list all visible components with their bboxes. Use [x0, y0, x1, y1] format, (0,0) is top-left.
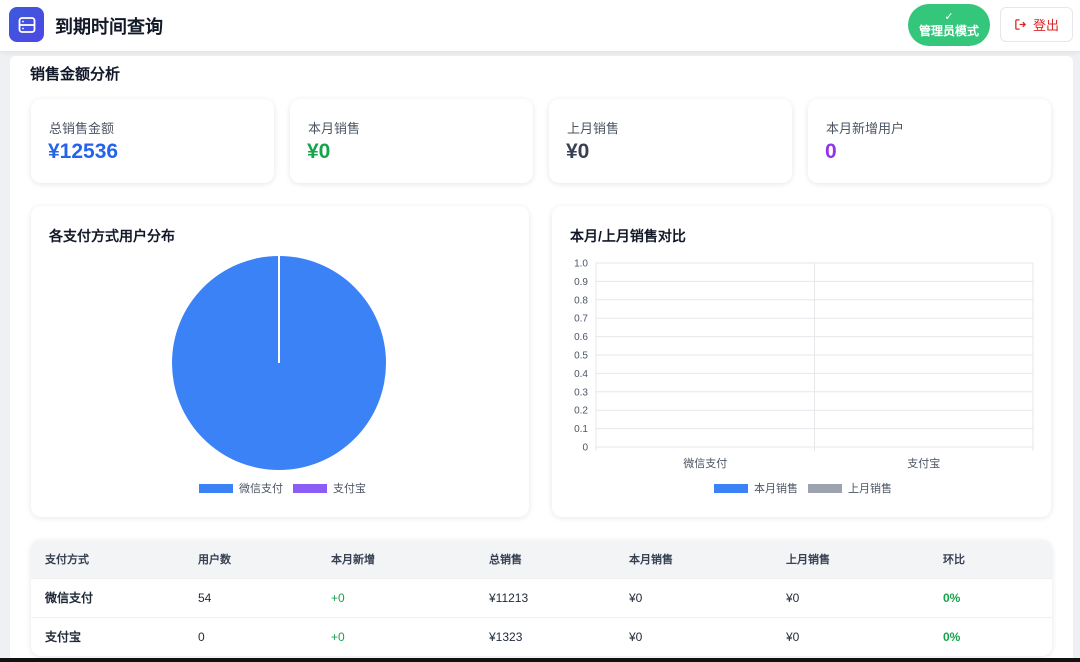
table-cell: +0	[331, 629, 345, 644]
legend-swatch	[714, 483, 748, 493]
stat-value: 0	[825, 140, 837, 163]
section-title: 销售金额分析	[30, 66, 121, 83]
legend-label: 微信支付	[239, 483, 283, 495]
table-cell: ¥1323	[489, 629, 523, 644]
payment-table-card: 支付方式 用户数 本月新增 总销售 本月销售 上月销售 环比 微信支付 54 +…	[31, 540, 1052, 656]
pie-chart	[172, 256, 386, 470]
bar-chart: 1.0 0.9 0.8 0.7 0.6 0.5 0.4 0.3 0.2 0.1 0 微信支付 支付宝	[574, 259, 1034, 470]
app-title: 到期时间查询	[55, 17, 163, 37]
y-tick-label: 0.8	[574, 295, 588, 306]
y-tick-label: 0.2	[574, 406, 588, 417]
check-icon: ✓	[944, 11, 954, 23]
pie-legend: 微信支付 支付宝	[199, 480, 366, 496]
legend-item[interactable]: 本月销售	[714, 480, 798, 496]
table-header-row: 支付方式 用户数 本月新增 总销售 本月销售 上月销售 环比	[31, 540, 1052, 578]
stat-value: ¥0	[307, 140, 331, 163]
payment-distribution-card: 各支付方式用户分布 微信支付 支付宝	[31, 206, 529, 517]
table-cell: 54	[198, 590, 212, 605]
logout-button[interactable]: 登出	[1000, 7, 1073, 42]
top-bar: 到期时间查询 ✓ 管理员模式 登出	[0, 0, 1080, 52]
column-header: 环比	[943, 553, 965, 566]
admin-mode-badge[interactable]: ✓ 管理员模式	[908, 4, 990, 46]
legend-item[interactable]: 上月销售	[808, 480, 892, 496]
x-tick-label: 支付宝	[907, 456, 940, 470]
table-row: 支付宝 0 +0 ¥1323 ¥0 ¥0 0%	[31, 617, 1052, 656]
stat-value: ¥12536	[48, 140, 119, 163]
stat-label: 本月新增用户	[826, 121, 905, 136]
stat-value: ¥0	[566, 140, 590, 163]
table-cell: 0	[198, 629, 205, 644]
stat-label: 本月销售	[308, 121, 361, 136]
y-tick-label: 0.7	[574, 314, 588, 325]
y-tick-label: 0.1	[574, 424, 588, 435]
admin-mode-label: 管理员模式	[918, 24, 979, 38]
bottom-edge	[0, 658, 1080, 662]
stat-card-last-month: 上月销售 ¥0	[549, 99, 792, 183]
sales-comparison-card: 本月/上月销售对比 1.0 0.9 0.8 0.7 0.6 0.5 0.4 0.3 0.2 0.1…	[552, 206, 1051, 517]
y-tick-label: 1.0	[574, 259, 588, 270]
table-cell: 微信支付	[45, 591, 94, 605]
table-cell: ¥0	[786, 590, 800, 605]
column-header: 支付方式	[45, 553, 89, 566]
column-header: 本月新增	[331, 553, 375, 566]
table-row: 微信支付 54 +0 ¥11213 ¥0 ¥0 0%	[31, 578, 1052, 617]
table-cell: ¥11213	[489, 590, 529, 605]
y-tick-label: 0.5	[574, 351, 588, 362]
stat-card-total-sales: 总销售金额 ¥12536	[31, 99, 274, 183]
column-header: 用户数	[198, 553, 231, 566]
table-cell: ¥0	[629, 590, 643, 605]
legend-swatch	[199, 483, 233, 493]
bar-legend: 本月销售 上月销售	[714, 480, 892, 496]
table-cell: 支付宝	[45, 630, 82, 645]
legend-item[interactable]: 微信支付	[199, 480, 283, 496]
logout-label: 登出	[1032, 18, 1059, 33]
table-cell: ¥0	[629, 629, 643, 644]
y-tick-label: 0.6	[574, 332, 588, 343]
column-header: 本月销售	[629, 553, 673, 566]
table-cell: 0%	[943, 629, 961, 644]
legend-swatch	[808, 483, 842, 493]
legend-swatch	[293, 483, 327, 493]
stat-card-new-users: 本月新增用户 0	[808, 99, 1051, 183]
legend-label: 支付宝	[333, 483, 366, 495]
column-header: 上月销售	[786, 553, 830, 566]
app-logo-icon	[9, 7, 44, 42]
table-cell: ¥0	[786, 629, 800, 644]
y-tick-label: 0	[582, 443, 588, 454]
y-tick-label: 0.3	[574, 387, 588, 398]
stat-card-this-month: 本月销售 ¥0	[290, 99, 533, 183]
payment-table: 支付方式 用户数 本月新增 总销售 本月销售 上月销售 环比 微信支付 54 +…	[31, 540, 1052, 656]
stat-label: 上月销售	[567, 121, 620, 136]
legend-label: 上月销售	[848, 483, 892, 495]
stat-label: 总销售金额	[49, 121, 115, 136]
column-header: 总销售	[489, 553, 522, 566]
logout-icon	[1015, 19, 1027, 30]
table-cell: +0	[331, 590, 345, 605]
legend-label: 本月销售	[754, 483, 798, 495]
legend-item[interactable]: 支付宝	[293, 480, 366, 496]
x-tick-label: 微信支付	[683, 456, 727, 470]
y-tick-label: 0.9	[574, 277, 588, 288]
y-tick-label: 0.4	[574, 369, 588, 380]
table-cell: 0%	[943, 590, 961, 605]
